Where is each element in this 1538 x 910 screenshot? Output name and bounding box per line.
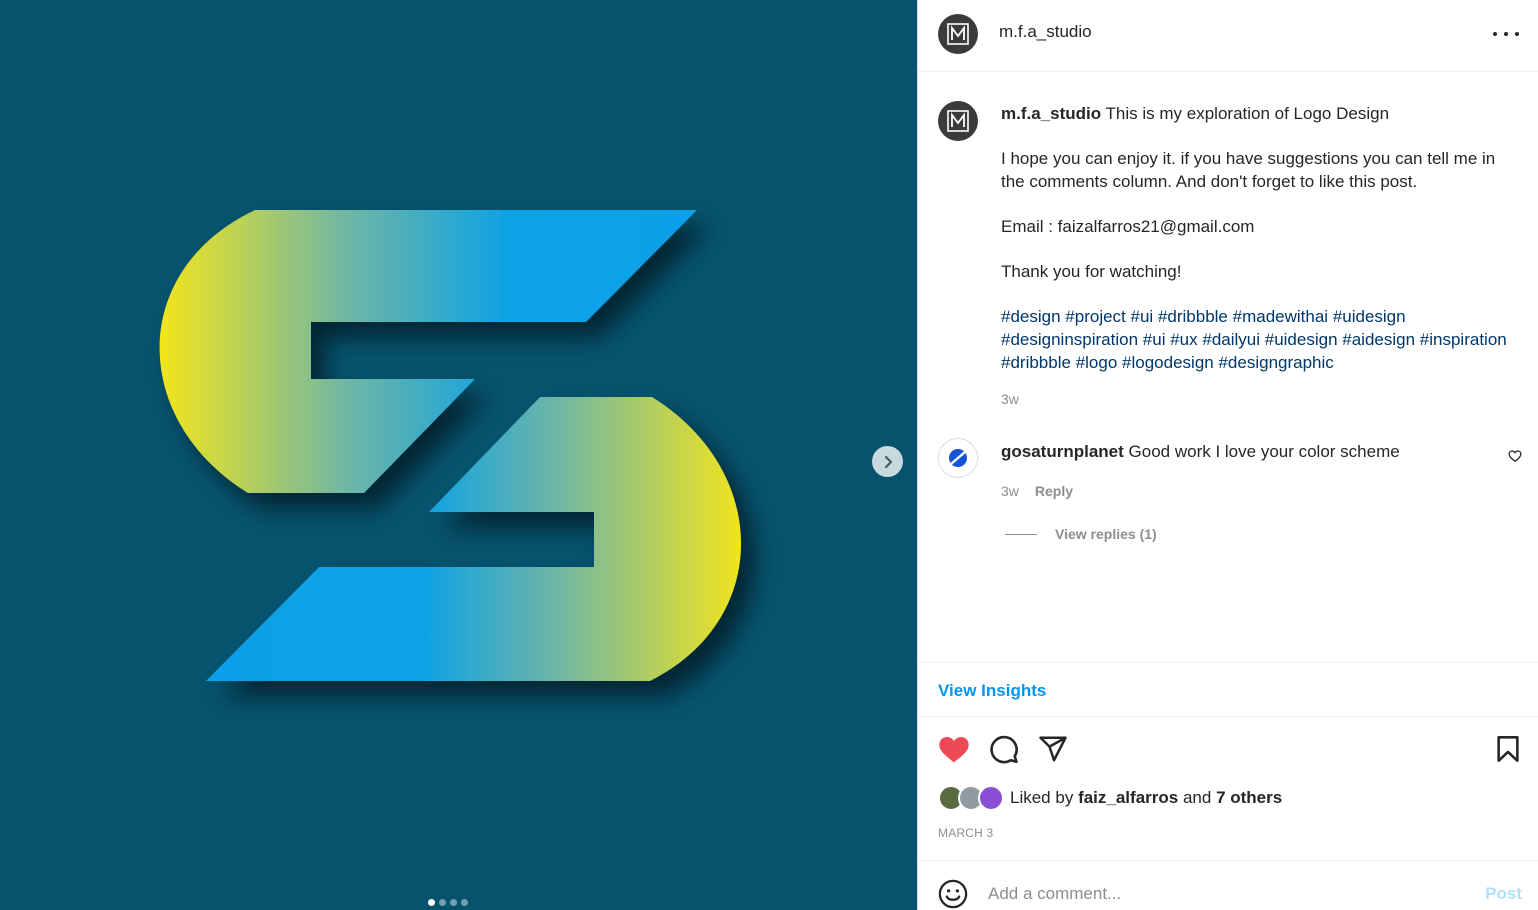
avatar[interactable] — [938, 438, 978, 478]
hashtag-link[interactable]: #inspiration — [1420, 330, 1507, 349]
saturn-logo-icon — [949, 449, 967, 467]
caption-timestamp[interactable]: 3w — [1001, 391, 1019, 407]
heart-icon — [1508, 450, 1522, 463]
caption-thanks: Thank you for watching! — [1001, 262, 1182, 281]
like-button[interactable] — [938, 734, 970, 769]
comment-bubble-icon — [990, 735, 1018, 764]
hashtag-link[interactable]: #dailyui — [1202, 330, 1260, 349]
post-header: m.f.a_studio — [918, 0, 1538, 72]
comment-timestamp[interactable]: 3w — [1001, 483, 1019, 499]
hashtag-link[interactable]: #uidesign — [1265, 330, 1338, 349]
comment-username[interactable]: gosaturnplanet — [1001, 442, 1124, 461]
comment-input[interactable] — [988, 884, 1438, 904]
avatar — [978, 785, 1004, 811]
liked-by-prefix: Liked by — [1010, 788, 1074, 807]
hashtag-link[interactable]: #project — [1065, 307, 1125, 326]
hashtag-link[interactable]: #designinspiration — [1001, 330, 1138, 349]
divider — [1005, 533, 1037, 535]
carousel-dot — [428, 899, 435, 906]
save-button[interactable] — [1494, 734, 1522, 769]
hashtag-link[interactable]: #logodesign — [1122, 353, 1214, 372]
carousel-dot — [450, 899, 457, 906]
more-horizontal-icon — [1493, 32, 1497, 36]
hashtag-link[interactable]: #logo — [1076, 353, 1118, 372]
post-caption: m.f.a_studio This is my exploration of L… — [1001, 102, 1521, 396]
avatar[interactable] — [938, 101, 978, 141]
post-side-panel: m.f.a_studio m.f.a_studio This is my exp… — [917, 0, 1538, 910]
post-username[interactable]: m.f.a_studio — [999, 22, 1092, 42]
post-date[interactable]: MARCH 3 — [938, 826, 993, 840]
add-comment-bar: Post — [918, 860, 1538, 910]
bookmark-icon — [1497, 736, 1519, 762]
like-comment-button[interactable] — [1508, 449, 1522, 468]
avatar[interactable] — [938, 14, 978, 54]
caption-username[interactable]: m.f.a_studio — [1001, 104, 1101, 123]
hashtag-link[interactable]: #ui — [1131, 307, 1154, 326]
caption-paragraph: I hope you can enjoy it. if you have sug… — [1001, 149, 1496, 191]
hashtag-link[interactable]: #aidesign — [1342, 330, 1415, 349]
insights-bar: View Insights — [918, 662, 1538, 717]
comment-body: gosaturnplanet Good work I love your col… — [1001, 441, 1481, 463]
caption-email: Email : faizalfarros21@gmail.com — [1001, 217, 1255, 236]
carousel-indicator — [428, 899, 468, 906]
paper-plane-icon — [1039, 736, 1067, 762]
heart-icon — [939, 737, 969, 763]
liker-username[interactable]: faiz_alfarros — [1078, 788, 1178, 807]
view-replies-label: View replies (1) — [1055, 526, 1157, 542]
caption-title: This is my exploration of Logo Design — [1105, 104, 1390, 123]
carousel-dot — [461, 899, 468, 906]
caption-hashtags: #design #project #ui #dribbble #madewith… — [1001, 305, 1521, 374]
liker-avatars[interactable] — [938, 785, 1004, 811]
action-bar — [918, 730, 1538, 770]
hashtag-link[interactable]: #dribbble — [1001, 353, 1071, 372]
monogram-logo-icon — [947, 110, 969, 132]
comment-text: Good work I love your color scheme — [1128, 442, 1400, 461]
post-comment-button[interactable]: Post — [1485, 884, 1522, 904]
more-options-button[interactable] — [1493, 22, 1519, 46]
monogram-logo-icon — [947, 23, 969, 45]
others-count[interactable]: 7 others — [1216, 788, 1282, 807]
view-insights-link[interactable]: View Insights — [938, 681, 1046, 701]
smiley-icon — [938, 879, 968, 909]
hashtag-link[interactable]: #design — [1001, 307, 1061, 326]
liked-by-text: Liked by faiz_alfarros and 7 others — [1010, 788, 1282, 808]
hashtag-link[interactable]: #dribbble — [1158, 307, 1228, 326]
next-slide-button[interactable] — [872, 446, 903, 477]
hashtag-link[interactable]: #madewithai — [1233, 307, 1328, 326]
hashtag-link[interactable]: #ui — [1143, 330, 1166, 349]
likes-summary: Liked by faiz_alfarros and 7 others — [938, 785, 1282, 811]
hashtag-link[interactable]: #designgraphic — [1218, 353, 1333, 372]
liked-by-and: and — [1182, 788, 1212, 807]
chevron-right-icon — [884, 455, 892, 468]
reply-button[interactable]: Reply — [1035, 483, 1073, 499]
logo-artwork — [159, 210, 741, 681]
hashtag-link[interactable]: #ux — [1170, 330, 1197, 349]
comment-button[interactable] — [988, 734, 1019, 770]
share-button[interactable] — [1038, 734, 1068, 769]
post-media[interactable] — [0, 0, 917, 910]
view-replies-button[interactable]: View replies (1) — [1005, 526, 1157, 542]
carousel-dot — [439, 899, 446, 906]
hashtag-link[interactable]: #uidesign — [1333, 307, 1406, 326]
comment-meta: 3w Reply — [1001, 483, 1073, 499]
emoji-button[interactable] — [938, 879, 968, 910]
